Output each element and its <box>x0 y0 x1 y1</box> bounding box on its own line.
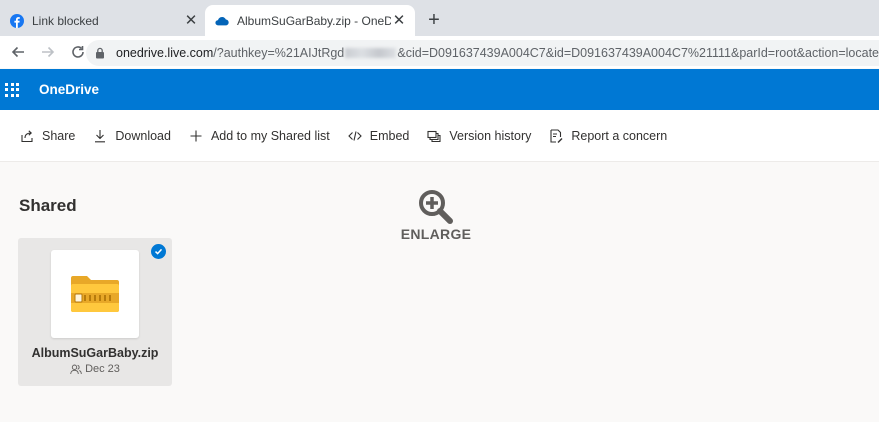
section-title: Shared <box>19 196 77 215</box>
forward-button[interactable] <box>36 40 60 64</box>
enlarge-overlay: ENLARGE <box>398 188 474 242</box>
back-arrow-icon <box>11 46 24 58</box>
embed-button[interactable]: Embed <box>347 120 410 152</box>
url-host: onedrive.live.com <box>116 46 214 60</box>
tab-link-blocked[interactable]: Link blocked ✕ <box>0 5 207 36</box>
onedrive-app-bar: OneDrive <box>0 69 879 110</box>
download-button[interactable]: Download <box>93 120 171 152</box>
version-history-icon <box>427 130 441 142</box>
version-history-button[interactable]: Version history <box>427 120 531 152</box>
onedrive-icon <box>215 16 229 25</box>
add-to-shared-list-label: Add to my Shared list <box>210 128 330 143</box>
back-button[interactable] <box>6 40 30 64</box>
file-thumbnail[interactable] <box>51 250 139 338</box>
enlarge-label: ENLARGE <box>400 226 472 242</box>
report-icon <box>550 128 563 143</box>
share-button[interactable]: Share <box>20 120 75 152</box>
url-path-end: &cid=D091637439A004C7&id=D091637439A004C… <box>397 46 879 60</box>
zoom-in-icon <box>419 190 453 224</box>
embed-label: Embed <box>369 128 410 143</box>
url-field[interactable]: onedrive.live.com/?authkey=%21AIJtRgd &ci… <box>86 40 879 66</box>
tab-onedrive[interactable]: AlbumSuGarBaby.zip - OneDrive ✕ <box>205 5 415 36</box>
report-concern-button[interactable]: Report a concern <box>549 120 667 152</box>
report-concern-label: Report a concern <box>571 128 668 143</box>
file-date: Dec 23 <box>85 363 120 375</box>
file-meta: Dec 23 <box>18 363 172 375</box>
facebook-icon <box>10 13 24 28</box>
reload-icon <box>72 46 84 58</box>
share-label: Share <box>42 128 76 143</box>
redacted-text <box>345 48 397 58</box>
plus-icon <box>190 130 202 141</box>
file-tile[interactable]: AlbumSuGarBaby.zip Dec 23 <box>18 238 172 386</box>
lock-icon <box>96 47 104 59</box>
forward-arrow-icon <box>42 46 55 58</box>
code-icon <box>347 130 362 141</box>
command-bar: Share Download Add to my Shared list Emb… <box>0 110 879 162</box>
close-tab-icon[interactable]: ✕ <box>183 12 199 29</box>
close-tab-icon[interactable]: ✕ <box>391 12 407 29</box>
app-name[interactable]: OneDrive <box>39 82 99 97</box>
tab-title: AlbumSuGarBaby.zip - OneDrive <box>237 13 391 28</box>
shared-people-icon <box>70 364 82 374</box>
version-history-label: Version history <box>449 128 532 143</box>
selected-check-icon[interactable] <box>151 244 166 259</box>
add-to-shared-list-button[interactable]: Add to my Shared list <box>189 120 330 152</box>
tab-title: Link blocked <box>32 13 99 28</box>
zip-folder-icon <box>71 276 119 312</box>
address-bar: onedrive.live.com/?authkey=%21AIJtRgd &ci… <box>0 36 879 68</box>
browser-tab-bar: Link blocked ✕ AlbumSuGarBaby.zip - OneD… <box>0 0 879 36</box>
url-path-start: /?authkey=%21AIJtRgd <box>213 46 345 60</box>
share-icon <box>21 129 33 142</box>
file-name[interactable]: AlbumSuGarBaby.zip <box>18 346 172 360</box>
download-icon <box>95 129 106 142</box>
app-launcher-icon[interactable] <box>5 82 19 97</box>
new-tab-button[interactable]: + <box>423 9 445 31</box>
download-label: Download <box>115 128 171 143</box>
